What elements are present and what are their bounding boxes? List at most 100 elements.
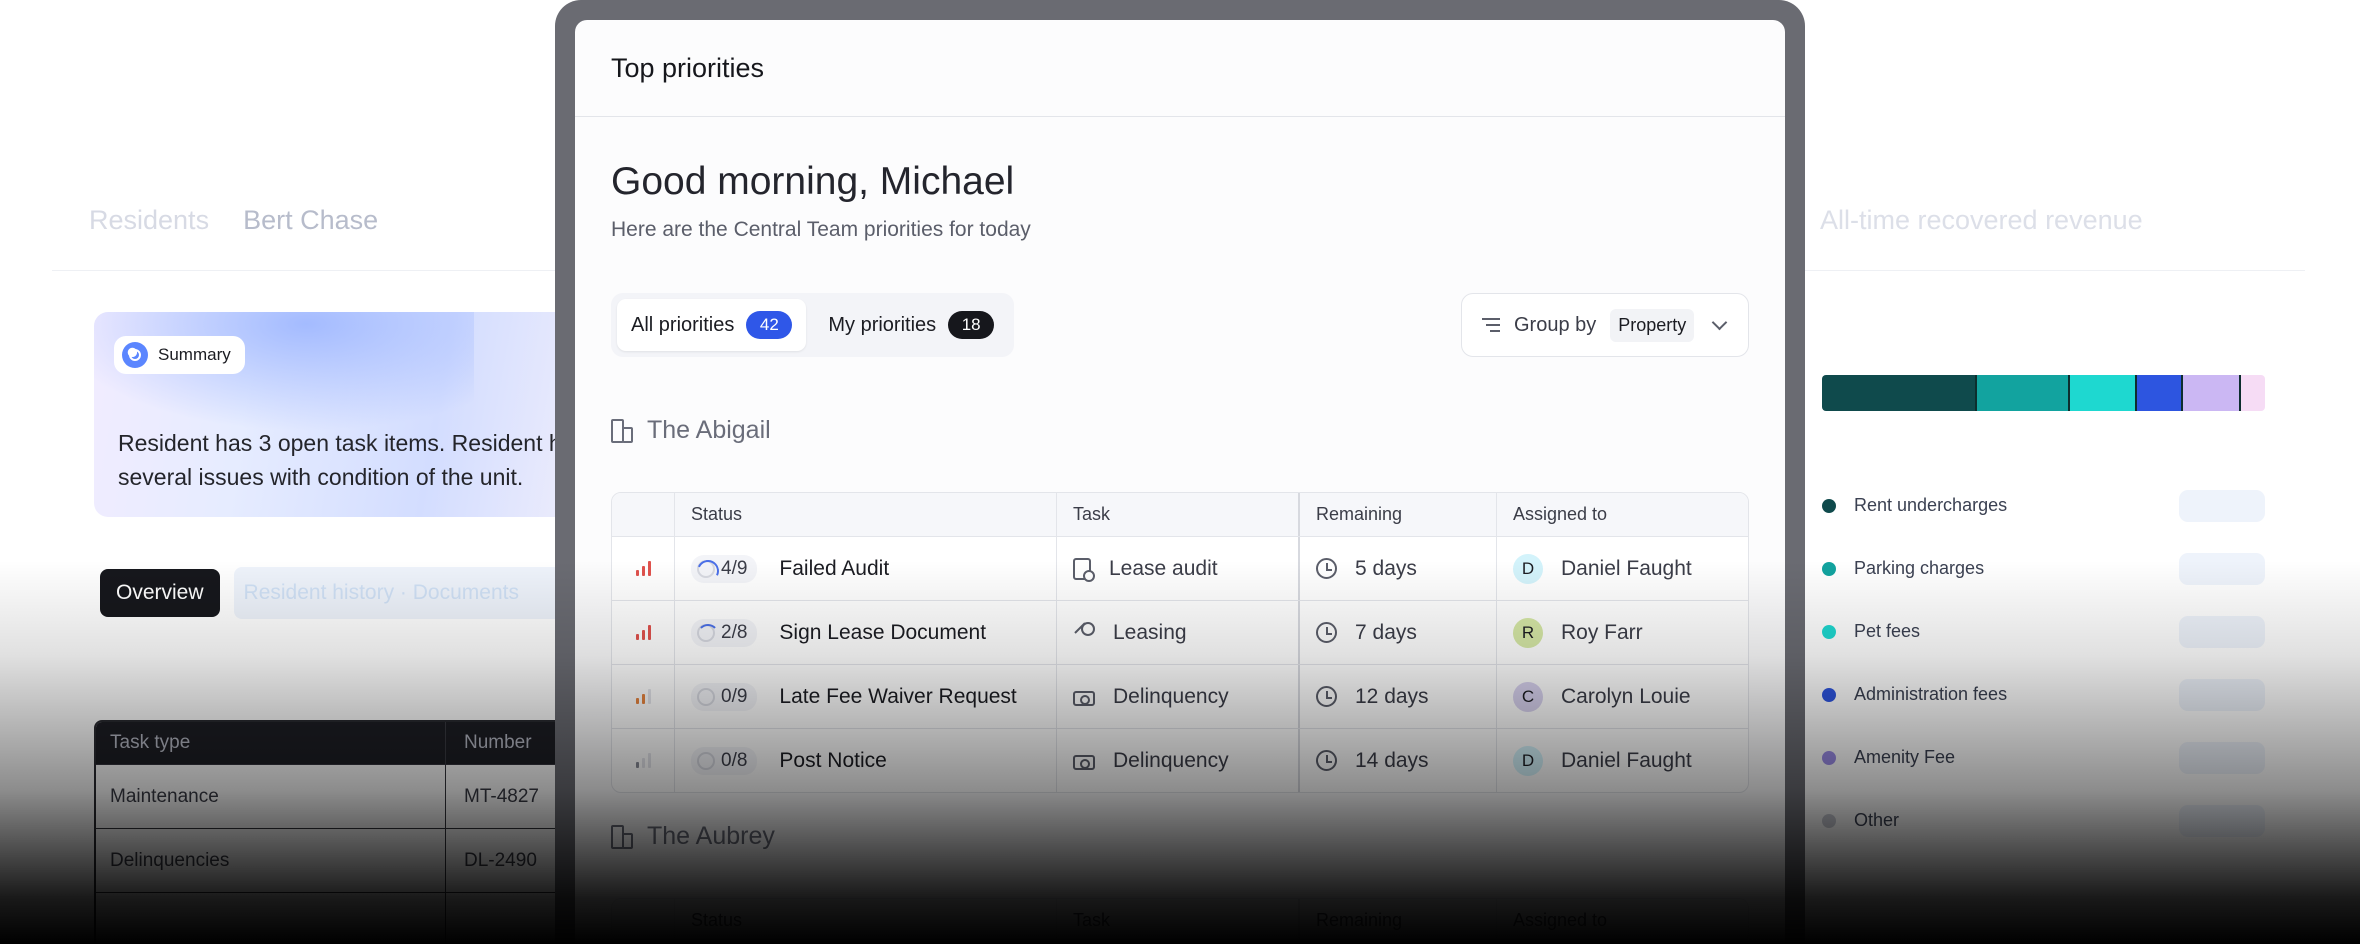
task-cell: Delinquency [1057, 665, 1300, 728]
summary-badge: Summary [114, 336, 245, 374]
task-title[interactable]: Post Notice [779, 749, 886, 773]
priority-tabs: All priorities 42 My priorities 18 [611, 293, 1015, 357]
legend-item: Amenity Fee [1822, 726, 2265, 789]
revenue-title: All-time recovered revenue [1820, 205, 2143, 235]
breadcrumb-resident-name: Bert Chase [243, 205, 379, 235]
chevron-down-icon[interactable] [1712, 314, 1728, 331]
tab-my-priorities[interactable]: My priorities 18 [814, 299, 1008, 351]
revenue-bar-segment [2240, 375, 2265, 411]
progress-text: 0/8 [721, 749, 748, 771]
legend-dot [1822, 813, 1836, 828]
legend-value-placeholder [2179, 489, 2265, 522]
key-icon [1073, 621, 1095, 644]
background-resident-panel: Residents Bert Chase Summary Resident ha… [0, 0, 614, 944]
assignee-cell: C Carolyn Louie [1497, 665, 1748, 728]
table-row[interactable]: 2/8 Sign Lease Document Leasing 7 days R… [612, 600, 1748, 664]
legend-dot [1822, 561, 1836, 576]
progress-ring-icon [697, 687, 715, 706]
window-header: Top priorities [575, 20, 1785, 117]
progress-badge: 4/9 [691, 554, 758, 583]
group-by-select[interactable]: Group by Property [1461, 293, 1749, 357]
section-title-aubrey: The Aubrey [611, 822, 775, 851]
progress-ring-icon [697, 559, 715, 578]
remaining-text: 14 days [1355, 748, 1429, 772]
task-title[interactable]: Sign Lease Document [779, 621, 986, 645]
legend-dot [1822, 687, 1836, 702]
cash-icon [1073, 754, 1095, 770]
progress-text: 2/8 [721, 621, 748, 643]
assignee-name[interactable]: Carolyn Louie [1561, 685, 1691, 709]
task-type-cell [96, 892, 446, 944]
table-row[interactable]: 0/9 Late Fee Waiver Request Delinquency … [612, 664, 1748, 728]
task-type-table: Task type Number Maintenance MT-4827 Del… [94, 720, 614, 944]
summary-card: Summary Resident has 3 open task items. … [94, 312, 614, 517]
revenue-bar-segment [1977, 375, 2071, 411]
breadcrumb-residents[interactable]: Residents [89, 205, 209, 236]
legend-value-placeholder [2179, 678, 2265, 711]
priority-cell [612, 601, 675, 664]
breadcrumb: Residents Bert Chase [89, 205, 378, 236]
header-cell-priority [612, 493, 675, 536]
status-cell: 0/9 Late Fee Waiver Request [675, 665, 1057, 728]
table-header: Status Task Remaining Assigned to [612, 899, 1748, 942]
legend-item: Pet fees [1822, 600, 2265, 663]
clock-icon [1316, 686, 1337, 707]
column-header-remaining[interactable]: Remaining [1300, 493, 1497, 536]
priority-high-icon [635, 561, 651, 576]
revenue-bar-segment [1822, 375, 1978, 411]
legend-label: Other [1854, 810, 1900, 830]
table-row[interactable]: 0/8 Post Notice Delinquency 14 days D Da… [612, 728, 1748, 792]
tab-label: All priorities [631, 313, 735, 336]
count-badge: 18 [948, 311, 995, 339]
task-title[interactable]: Late Fee Waiver Request [779, 685, 1016, 709]
assignee-name[interactable]: Roy Farr [1561, 621, 1643, 645]
table-row[interactable]: 4/9 Failed Audit Lease audit 5 days D Da… [612, 536, 1748, 600]
column-header-status[interactable]: Status [675, 493, 1057, 536]
task-cell: Delinquency [1057, 729, 1300, 792]
assignee-name[interactable]: Daniel Faught [1561, 749, 1692, 773]
group-by-value[interactable]: Property [1610, 308, 1695, 342]
table-row[interactable]: Maintenance MT-4827 [96, 764, 612, 829]
cash-icon [1073, 690, 1095, 706]
column-header-assigned-to[interactable]: Assigned to [1497, 493, 1748, 536]
column-header-task-type: Task type [96, 722, 446, 764]
avatar: C [1513, 681, 1543, 712]
column-header-status[interactable]: Status [675, 899, 1057, 942]
revenue-bar-segment [2183, 375, 2241, 411]
table-row[interactable]: Delinquencies DL-2490 [96, 828, 612, 893]
section-title-text: The Aubrey [647, 822, 775, 850]
column-header-task[interactable]: Task [1057, 493, 1300, 536]
revenue-stacked-bar [1822, 375, 2265, 411]
status-cell: 2/8 Sign Lease Document [675, 601, 1057, 664]
divider [1760, 270, 2305, 271]
tab-secondary[interactable]: Resident history · Documents [233, 567, 574, 619]
building-icon [611, 418, 633, 443]
tab-overview[interactable]: Overview [100, 569, 220, 617]
column-header-task[interactable]: Task [1057, 899, 1300, 942]
legend-label: Pet fees [1854, 621, 1921, 641]
tab-all-priorities[interactable]: All priorities 42 [617, 299, 807, 351]
clock-icon [1316, 622, 1337, 643]
revenue-legend: Rent undercharges Parking charges Pet fe… [1822, 474, 2265, 852]
priority-cell [612, 665, 675, 728]
assignee-cell: D Daniel Faught [1497, 729, 1748, 792]
assignee-name[interactable]: Daniel Faught [1561, 557, 1692, 581]
avatar: D [1513, 745, 1543, 776]
assignee-cell: D Daniel Faught [1497, 537, 1748, 600]
status-cell: 0/8 Post Notice [675, 729, 1057, 792]
section-title-abigail: The Abigail [611, 416, 771, 445]
remaining-cell: 14 days [1300, 729, 1497, 792]
task-title[interactable]: Failed Audit [779, 557, 889, 581]
legend-value-placeholder [2179, 804, 2265, 837]
legend-item: Other [1822, 789, 2265, 852]
summary-label: Summary [158, 345, 231, 364]
table-header: Task type Number [96, 722, 612, 764]
column-header-assigned-to[interactable]: Assigned to [1497, 899, 1748, 942]
priority-high-icon [635, 625, 651, 640]
column-header-remaining[interactable]: Remaining [1300, 899, 1497, 942]
table-row[interactable] [96, 892, 612, 944]
progress-ring-icon [697, 751, 715, 770]
greeting-heading: Good morning, Michael [611, 160, 1015, 203]
group-by-label: Group by [1514, 313, 1597, 336]
priority-medium-icon [635, 689, 651, 704]
